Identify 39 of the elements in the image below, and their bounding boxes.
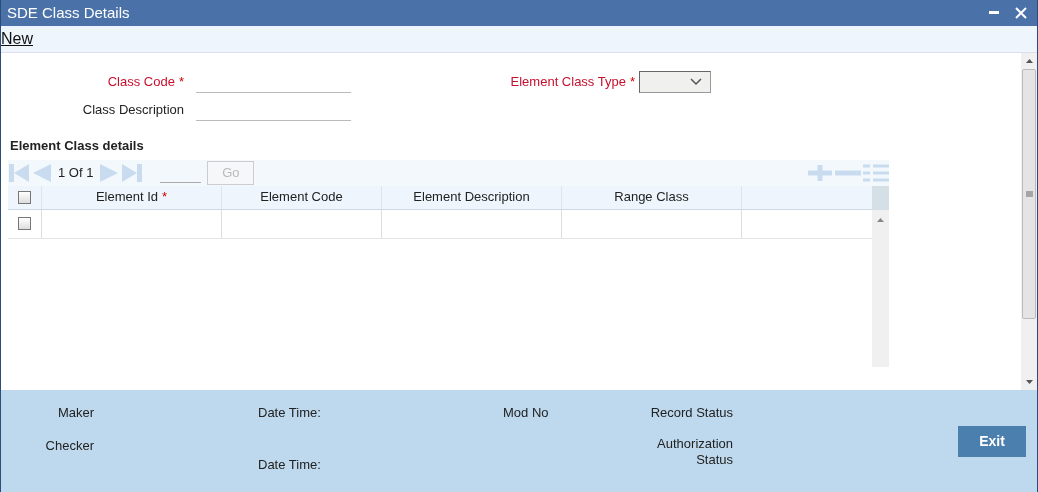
section-title: Element Class details <box>10 137 145 155</box>
last-page-icon[interactable] <box>121 162 144 183</box>
list-icon[interactable] <box>863 162 889 183</box>
column-header: Range Class <box>562 185 742 209</box>
required-mark: * <box>162 188 168 207</box>
close-icon[interactable] <box>1015 7 1027 19</box>
footer-label: Date Time: <box>258 404 322 422</box>
scroll-up-icon[interactable] <box>877 217 884 222</box>
new-link[interactable]: New <box>1 27 33 51</box>
dropdown-field[interactable] <box>639 71 711 93</box>
field-label: Class Code <box>107 73 175 92</box>
grip-icon <box>1025 191 1033 197</box>
footer-label: Record Status <box>650 404 733 422</box>
column-header: Element Code <box>222 185 382 209</box>
grid-scrollbar[interactable] <box>872 185 889 367</box>
field-label: Element Class Type <box>510 73 626 92</box>
footer-label: Mod No <box>503 405 549 420</box>
scroll-down-icon[interactable] <box>1025 380 1033 384</box>
footer-label: Authorization Status <box>656 435 733 468</box>
window-title: SDE Class Details <box>7 2 130 23</box>
footer-label: Maker <box>57 404 94 422</box>
footer-label: Checker <box>45 436 94 455</box>
field-label: Class Description <box>82 101 184 120</box>
column-header: Element Id * <box>42 185 222 209</box>
scroll-up-icon[interactable] <box>1025 59 1033 63</box>
column-header: Element Description <box>382 185 562 209</box>
minimize-icon[interactable] <box>989 11 999 15</box>
chevron-down-icon <box>690 78 702 86</box>
required-mark: * <box>178 73 184 92</box>
exit-button[interactable]: Exit <box>958 426 1026 457</box>
footer-label: Date Time: <box>258 455 322 474</box>
first-page-icon[interactable] <box>8 162 30 183</box>
checkbox[interactable] <box>18 217 31 230</box>
scrollbar[interactable] <box>1021 53 1037 390</box>
plus-icon[interactable] <box>807 162 833 183</box>
scroll-thumb[interactable] <box>1022 69 1036 319</box>
checkbox[interactable] <box>18 190 31 204</box>
page-indicator: 1 Of 1 <box>58 163 94 182</box>
required-mark: * <box>629 73 635 92</box>
